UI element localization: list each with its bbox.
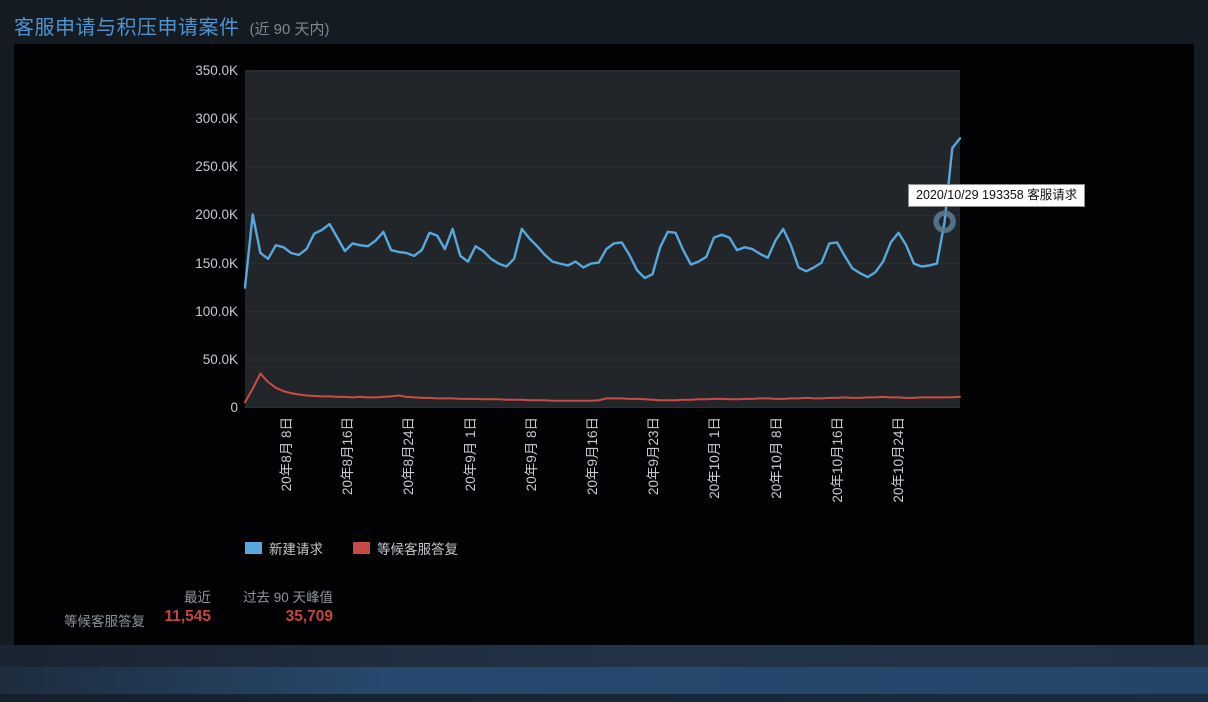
y-axis-tick-label: 300.0K bbox=[195, 111, 238, 127]
x-axis-tick-label: 20年9月23日 bbox=[646, 417, 662, 496]
support-requests-chart[interactable] bbox=[243, 70, 962, 408]
x-axis-tick-label: 20年10月24日 bbox=[891, 417, 906, 503]
x-axis-tick-label: 20年8月 8日 bbox=[278, 417, 294, 492]
x-axis-tick-label: 20年10月 8日 bbox=[768, 417, 784, 499]
page-subtitle: (近 90 天内) bbox=[249, 21, 330, 38]
line-waiting-reply bbox=[244, 372, 961, 404]
line-new-requests bbox=[243, 137, 962, 289]
x-axis-tick-label: 20年9月 8日 bbox=[523, 417, 539, 492]
summary-column-header-recent: 最近 bbox=[184, 590, 211, 605]
background-gradient-band bbox=[0, 645, 1208, 667]
y-axis-tick-label: 50.0K bbox=[202, 351, 238, 367]
x-axis-tick-label: 20年10月 1日 bbox=[707, 417, 723, 499]
page-title: 客服申请与积压申请案件 bbox=[14, 17, 240, 39]
y-axis-tick-label: 250.0K bbox=[195, 159, 238, 175]
x-axis-tick-label: 20年9月 1日 bbox=[462, 417, 478, 492]
legend-swatch-new-requests-icon bbox=[245, 542, 262, 554]
y-axis-tick-label: 200.0K bbox=[195, 207, 238, 223]
y-axis-tick-label: 0 bbox=[230, 400, 238, 415]
legend-item-waiting-reply: 等候客服答复 bbox=[353, 538, 458, 558]
summary-row-label: 等候客服答复 bbox=[64, 614, 145, 629]
x-axis-tick-label: 20年8月16日 bbox=[340, 417, 356, 496]
legend-label-waiting-reply: 等候客服答复 bbox=[377, 542, 458, 557]
background-gradient-band bbox=[0, 667, 1208, 694]
x-axis-tick-label: 20年10月16日 bbox=[829, 417, 845, 503]
background-gradient-band bbox=[0, 694, 1208, 702]
summary-value-recent: 11,545 bbox=[164, 608, 211, 625]
x-axis-tick-label: 20年9月16日 bbox=[584, 417, 600, 496]
legend-item-new-requests: 新建请求 bbox=[245, 538, 323, 558]
page-header: 客服申请与积压申请案件 (近 90 天内) bbox=[14, 11, 330, 40]
x-axis-tick-label: 20年8月24日 bbox=[401, 417, 417, 496]
legend-label-new-requests: 新建请求 bbox=[269, 542, 323, 557]
y-axis-tick-label: 150.0K bbox=[195, 255, 238, 271]
y-axis-tick-label: 100.0K bbox=[195, 303, 238, 319]
y-axis-tick-label: 350.0K bbox=[195, 63, 238, 78]
summary-value-peak: 35,709 bbox=[285, 608, 333, 625]
chart-tooltip: 2020/10/29 193358 客服请求 bbox=[908, 184, 1086, 207]
legend-swatch-waiting-reply-icon bbox=[353, 542, 370, 554]
summary-column-header-peak: 过去 90 天峰值 bbox=[242, 590, 333, 605]
chart-plot-area[interactable] bbox=[243, 70, 962, 408]
chart-legend: 新建请求 等候客服答复 bbox=[245, 538, 458, 558]
